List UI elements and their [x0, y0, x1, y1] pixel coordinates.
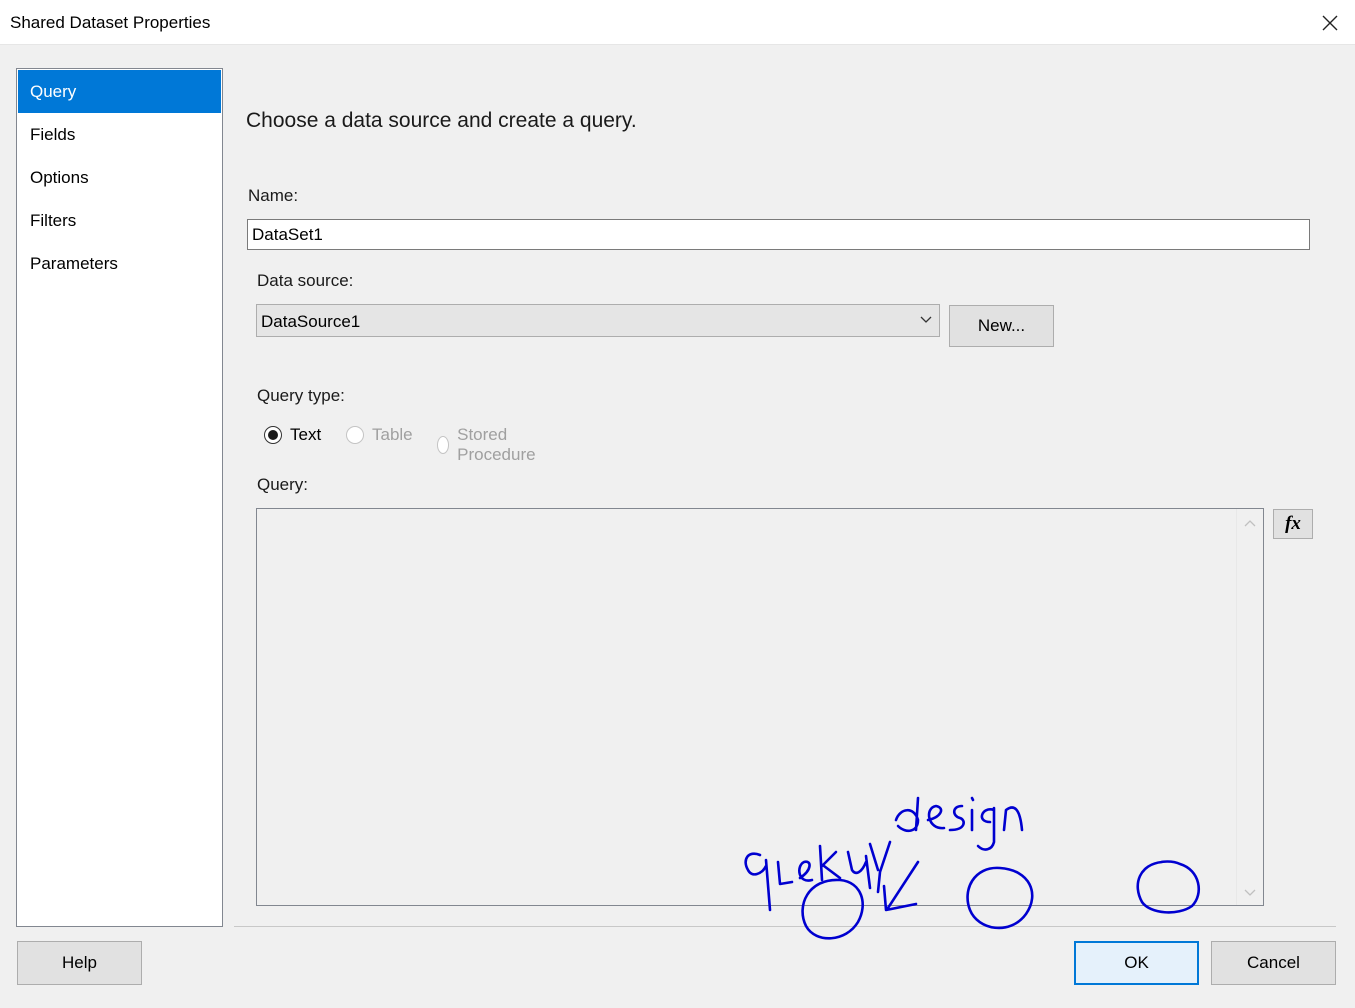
nav-item-label: Fields	[30, 125, 76, 144]
radio-label-stored-procedure: Stored Procedure	[457, 425, 536, 464]
nav-item-filters[interactable]: Filters	[17, 199, 222, 242]
query-scrollbar[interactable]	[1236, 509, 1263, 905]
chevron-down-icon	[920, 316, 932, 323]
help-button[interactable]: Help	[17, 941, 142, 985]
radio-text[interactable]: Text	[264, 425, 321, 445]
radio-unchecked-icon	[437, 436, 450, 454]
radio-stored-procedure[interactable]: Stored Procedure	[437, 425, 541, 465]
radio-checked-icon	[264, 426, 282, 444]
close-button[interactable]	[1305, 0, 1355, 45]
page-heading: Choose a data source and create a query.	[246, 109, 637, 132]
datasource-label: Data source:	[257, 271, 354, 290]
nav-item-label: Options	[30, 168, 89, 187]
new-datasource-button[interactable]: New...	[949, 305, 1054, 347]
datasource-value: DataSource1	[261, 312, 361, 331]
nav-item-label: Filters	[30, 211, 77, 230]
radio-table[interactable]: Table	[346, 425, 413, 445]
fx-icon: fx	[1285, 513, 1301, 534]
nav-item-options[interactable]: Options	[17, 156, 222, 199]
query-type-label: Query type:	[257, 386, 345, 405]
nav-item-query[interactable]: Query	[18, 70, 221, 113]
radio-unchecked-icon	[346, 426, 364, 444]
window-title: Shared Dataset Properties	[10, 13, 211, 32]
nav-item-fields[interactable]: Fields	[17, 113, 222, 156]
radio-label-table: Table	[372, 425, 413, 444]
radio-label-text: Text	[290, 425, 322, 444]
expression-button[interactable]: fx	[1273, 509, 1313, 539]
nav-item-parameters[interactable]: Parameters	[17, 242, 222, 285]
close-icon	[1322, 15, 1338, 30]
chevron-up-icon[interactable]	[1244, 519, 1256, 527]
name-label: Name:	[248, 186, 299, 205]
query-label: Query:	[257, 475, 309, 494]
name-input[interactable]	[247, 219, 1310, 250]
chevron-down-icon[interactable]	[1244, 889, 1256, 897]
query-textarea[interactable]	[256, 508, 1264, 906]
cancel-button[interactable]: Cancel	[1211, 941, 1336, 985]
title-bar: Shared Dataset Properties	[0, 0, 1355, 45]
datasource-select[interactable]: DataSource1	[256, 304, 940, 337]
ok-button[interactable]: OK	[1074, 941, 1199, 985]
sidebar-nav: Query Fields Options Filters Parameters	[16, 68, 223, 927]
footer-divider	[234, 926, 1336, 927]
nav-item-label: Query	[30, 82, 77, 101]
nav-item-label: Parameters	[30, 254, 118, 273]
